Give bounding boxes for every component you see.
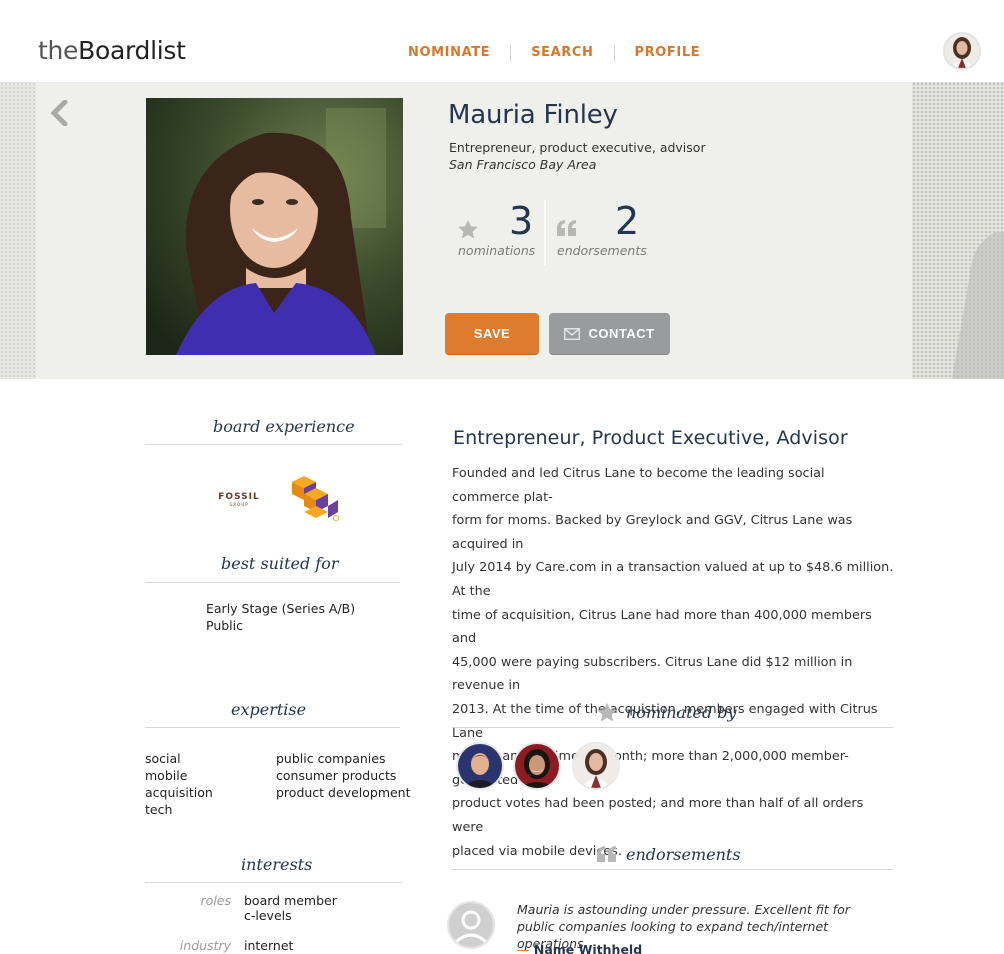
interests-title: interests — [241, 855, 313, 874]
bio-line: product votes had been posted; and more … — [452, 796, 864, 835]
quote-mark-decoration — [952, 232, 1004, 379]
contact-button[interactable]: CONTACT — [549, 313, 670, 354]
bio-text: Founded and led Citrus Lane to become th… — [452, 462, 894, 863]
profile-photo — [146, 98, 403, 355]
expertise-item: acquisition — [145, 785, 213, 800]
nominations-count: 3 — [509, 199, 534, 243]
roles-label: roles — [200, 893, 231, 908]
industry-label: industry — [179, 938, 231, 953]
back-chevron-icon[interactable] — [50, 99, 70, 127]
best-suited-item: Public — [206, 618, 243, 633]
author-dash: — — [517, 942, 530, 954]
nav-nominate[interactable]: NOMINATE — [388, 44, 510, 62]
best-suited-title: best suited for — [221, 554, 339, 573]
best-suited-rule — [145, 582, 400, 583]
endorsements-title: endorsements — [626, 845, 741, 864]
anonymous-avatar-icon — [447, 901, 495, 949]
endorsements-rule — [452, 869, 893, 870]
save-button-label: SAVE — [473, 326, 511, 341]
expertise-rule — [145, 727, 400, 728]
nav-profile[interactable]: PROFILE — [613, 44, 721, 62]
expertise-item: tech — [145, 802, 173, 817]
best-suited-item: Early Stage (Series A/B) — [206, 601, 356, 616]
endorsements-count: 2 — [615, 199, 640, 243]
role-item: c-levels — [244, 908, 292, 923]
nominations-label: nominations — [458, 243, 536, 258]
expertise-item: mobile — [145, 768, 188, 783]
expertise-item: consumer products — [276, 768, 397, 783]
stat-divider — [544, 200, 546, 266]
user-avatar[interactable] — [943, 32, 981, 70]
nominations-stat: 3 nominations — [458, 199, 538, 266]
nominated-by-title: nominated by — [626, 703, 737, 722]
bio-line: Founded and led Citrus Lane to become th… — [452, 466, 825, 505]
nominator-avatar[interactable] — [456, 742, 504, 790]
expertise-item: social — [145, 751, 181, 766]
envelope-icon — [564, 327, 581, 340]
industry-item: internet — [244, 938, 294, 953]
board-experience-title: board experience — [213, 417, 355, 436]
contact-button-label: CONTACT — [588, 326, 655, 341]
board-experience-rule — [145, 444, 402, 445]
fossil-logo-text: FOSSIL — [218, 492, 260, 502]
bio-title: Entrepreneur, Product Executive, Advisor — [453, 427, 848, 449]
bio-line: July 2014 by Care.com in a transaction v… — [452, 560, 894, 599]
endorsement-author: — Name Withheld — [517, 942, 642, 954]
star-icon — [458, 220, 478, 239]
bio-line: form for moms. Backed by Greylock and GG… — [452, 513, 853, 552]
site-logo[interactable]: theBoardlist — [38, 36, 186, 65]
profile-headline: Entrepreneur, product executive, advisor — [449, 140, 706, 155]
endorsements-stat: 2 endorsements — [557, 199, 647, 266]
logo-main: Boardlist — [78, 36, 186, 65]
hero-pattern-left — [0, 82, 36, 379]
cube-logo-icon — [292, 476, 339, 521]
expertise-item: public companies — [276, 751, 386, 766]
top-header: theBoardlist NOMINATE SEARCH PROFILE — [0, 0, 1004, 82]
bio-line: 45,000 were paying subscribers. Citrus L… — [452, 654, 853, 694]
quote-icon — [557, 220, 576, 236]
nominated-by-rule — [452, 727, 893, 728]
logo-prefix: the — [38, 36, 79, 65]
user-avatar-image — [945, 34, 979, 68]
profile-location: San Francisco Bay Area — [449, 157, 597, 172]
nominator-avatar[interactable] — [513, 742, 561, 790]
save-button[interactable]: SAVE — [445, 313, 539, 354]
author-name: Name Withheld — [533, 942, 643, 954]
endorsements-label: endorsements — [557, 243, 647, 258]
main-nav: NOMINATE SEARCH PROFILE — [388, 44, 720, 62]
star-icon — [597, 703, 617, 722]
bio-line: time of acquisition, Citrus Lane had mor… — [452, 607, 872, 647]
fossil-group-logo[interactable]: FOSSIL GROUP — [214, 492, 264, 512]
expertise-title: expertise — [231, 700, 307, 719]
nav-search[interactable]: SEARCH — [510, 44, 613, 62]
fossil-logo-subtext: GROUP — [229, 502, 249, 507]
quote-icon — [597, 846, 616, 862]
profile-name: Mauria Finley — [448, 100, 618, 130]
expertise-item: product development — [276, 785, 411, 800]
interests-rule — [145, 882, 402, 883]
nominator-avatar[interactable] — [572, 742, 620, 790]
hero-pattern-right — [912, 82, 1004, 379]
company-cube-logo[interactable] — [290, 474, 340, 522]
